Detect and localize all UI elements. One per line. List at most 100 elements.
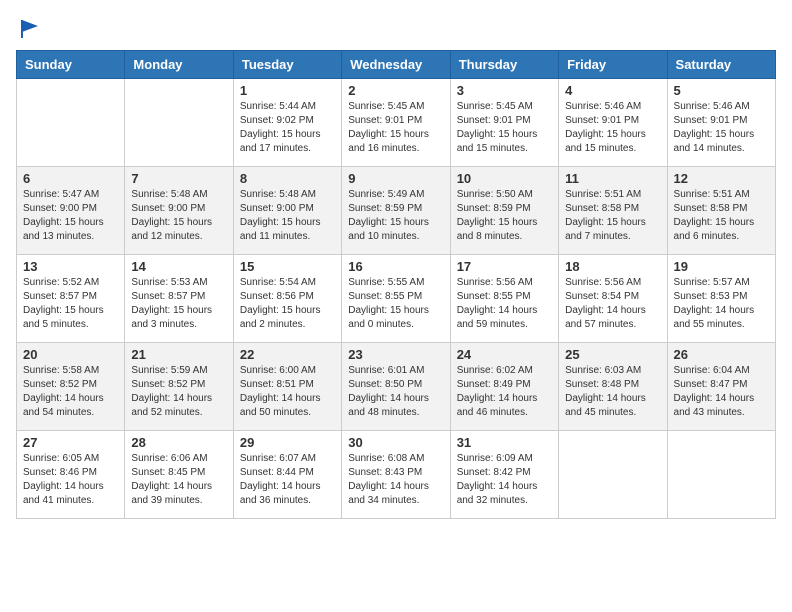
calendar-cell: 23 Sunrise: 6:01 AM Sunset: 8:50 PM Dayli… [342, 343, 450, 431]
calendar-week-5: 27 Sunrise: 6:05 AM Sunset: 8:46 PM Dayli… [17, 431, 776, 519]
calendar-cell: 28 Sunrise: 6:06 AM Sunset: 8:45 PM Dayli… [125, 431, 233, 519]
day-number: 7 [131, 171, 226, 186]
day-number: 11 [565, 171, 660, 186]
logo [16, 16, 42, 40]
day-number: 4 [565, 83, 660, 98]
calendar-cell: 14 Sunrise: 5:53 AM Sunset: 8:57 PM Dayli… [125, 255, 233, 343]
day-info: Sunrise: 5:46 AM Sunset: 9:01 PM Dayligh… [565, 100, 660, 156]
column-header-monday: Monday [125, 51, 233, 79]
calendar-cell: 29 Sunrise: 6:07 AM Sunset: 8:44 PM Dayli… [233, 431, 341, 519]
calendar-cell: 24 Sunrise: 6:02 AM Sunset: 8:49 PM Dayli… [450, 343, 558, 431]
calendar-cell: 10Sunrise: 5:50 AM Sunset: 8:59 PM Dayli… [450, 167, 558, 255]
day-number: 16 [348, 259, 443, 274]
day-info: Sunrise: 5:50 AM Sunset: 8:59 PM Dayligh… [457, 188, 552, 244]
day-info: Sunrise: 5:46 AM Sunset: 9:01 PM Dayligh… [674, 100, 769, 156]
calendar-cell: 13 Sunrise: 5:52 AM Sunset: 8:57 PM Dayli… [17, 255, 125, 343]
calendar-cell [667, 431, 775, 519]
day-info: Sunrise: 5:51 AM Sunset: 8:58 PM Dayligh… [674, 188, 769, 244]
calendar-cell: 18 Sunrise: 5:56 AM Sunset: 8:54 PM Dayli… [559, 255, 667, 343]
day-info: Sunrise: 6:00 AM Sunset: 8:51 PM Dayligh… [240, 364, 335, 420]
day-info: Sunrise: 6:08 AM Sunset: 8:43 PM Dayligh… [348, 452, 443, 508]
day-info: Sunrise: 5:48 AM Sunset: 9:00 PM Dayligh… [240, 188, 335, 244]
day-info: Sunrise: 5:45 AM Sunset: 9:01 PM Dayligh… [348, 100, 443, 156]
day-number: 5 [674, 83, 769, 98]
calendar-week-2: 6Sunrise: 5:47 AM Sunset: 9:00 PM Daylig… [17, 167, 776, 255]
calendar-cell: 20 Sunrise: 5:58 AM Sunset: 8:52 PM Dayli… [17, 343, 125, 431]
day-number: 29 [240, 435, 335, 450]
day-number: 17 [457, 259, 552, 274]
day-number: 15 [240, 259, 335, 274]
day-number: 1 [240, 83, 335, 98]
day-info: Sunrise: 5:53 AM Sunset: 8:57 PM Dayligh… [131, 276, 226, 332]
calendar-cell: 8 Sunrise: 5:48 AM Sunset: 9:00 PM Daylig… [233, 167, 341, 255]
calendar-cell [125, 79, 233, 167]
day-info: Sunrise: 6:07 AM Sunset: 8:44 PM Dayligh… [240, 452, 335, 508]
day-info: Sunrise: 6:09 AM Sunset: 8:42 PM Dayligh… [457, 452, 552, 508]
calendar-cell: 9 Sunrise: 5:49 AM Sunset: 8:59 PM Daylig… [342, 167, 450, 255]
calendar-cell: 17 Sunrise: 5:56 AM Sunset: 8:55 PM Dayli… [450, 255, 558, 343]
calendar-cell: 30 Sunrise: 6:08 AM Sunset: 8:43 PM Dayli… [342, 431, 450, 519]
day-info: Sunrise: 5:47 AM Sunset: 9:00 PM Dayligh… [23, 188, 118, 244]
day-info: Sunrise: 5:57 AM Sunset: 8:53 PM Dayligh… [674, 276, 769, 332]
day-number: 3 [457, 83, 552, 98]
calendar-week-4: 20 Sunrise: 5:58 AM Sunset: 8:52 PM Dayli… [17, 343, 776, 431]
calendar-cell: 26 Sunrise: 6:04 AM Sunset: 8:47 PM Dayli… [667, 343, 775, 431]
calendar-cell: 19Sunrise: 5:57 AM Sunset: 8:53 PM Dayli… [667, 255, 775, 343]
day-number: 28 [131, 435, 226, 450]
calendar-cell [17, 79, 125, 167]
day-info: Sunrise: 5:56 AM Sunset: 8:55 PM Dayligh… [457, 276, 552, 332]
day-info: Sunrise: 6:03 AM Sunset: 8:48 PM Dayligh… [565, 364, 660, 420]
calendar-cell: 31 Sunrise: 6:09 AM Sunset: 8:42 PM Dayli… [450, 431, 558, 519]
day-number: 27 [23, 435, 118, 450]
calendar-week-3: 13 Sunrise: 5:52 AM Sunset: 8:57 PM Dayli… [17, 255, 776, 343]
page-header [16, 16, 776, 40]
calendar-header-row: SundayMondayTuesdayWednesdayThursdayFrid… [17, 51, 776, 79]
column-header-wednesday: Wednesday [342, 51, 450, 79]
day-info: Sunrise: 5:56 AM Sunset: 8:54 PM Dayligh… [565, 276, 660, 332]
day-number: 24 [457, 347, 552, 362]
day-number: 12 [674, 171, 769, 186]
calendar-cell [559, 431, 667, 519]
calendar-cell: 25 Sunrise: 6:03 AM Sunset: 8:48 PM Dayli… [559, 343, 667, 431]
day-number: 18 [565, 259, 660, 274]
calendar-cell: 2Sunrise: 5:45 AM Sunset: 9:01 PM Daylig… [342, 79, 450, 167]
calendar-cell: 21 Sunrise: 5:59 AM Sunset: 8:52 PM Dayli… [125, 343, 233, 431]
day-info: Sunrise: 6:04 AM Sunset: 8:47 PM Dayligh… [674, 364, 769, 420]
day-number: 21 [131, 347, 226, 362]
column-header-thursday: Thursday [450, 51, 558, 79]
day-number: 31 [457, 435, 552, 450]
day-info: Sunrise: 5:49 AM Sunset: 8:59 PM Dayligh… [348, 188, 443, 244]
column-header-tuesday: Tuesday [233, 51, 341, 79]
day-info: Sunrise: 5:51 AM Sunset: 8:58 PM Dayligh… [565, 188, 660, 244]
calendar-cell: 5 Sunrise: 5:46 AM Sunset: 9:01 PM Daylig… [667, 79, 775, 167]
day-number: 25 [565, 347, 660, 362]
calendar-table: SundayMondayTuesdayWednesdayThursdayFrid… [16, 50, 776, 519]
day-number: 26 [674, 347, 769, 362]
day-number: 20 [23, 347, 118, 362]
day-info: Sunrise: 5:59 AM Sunset: 8:52 PM Dayligh… [131, 364, 226, 420]
day-number: 9 [348, 171, 443, 186]
day-info: Sunrise: 5:55 AM Sunset: 8:55 PM Dayligh… [348, 276, 443, 332]
day-info: Sunrise: 6:02 AM Sunset: 8:49 PM Dayligh… [457, 364, 552, 420]
calendar-cell: 7 Sunrise: 5:48 AM Sunset: 9:00 PM Daylig… [125, 167, 233, 255]
day-info: Sunrise: 5:48 AM Sunset: 9:00 PM Dayligh… [131, 188, 226, 244]
calendar-cell: 11 Sunrise: 5:51 AM Sunset: 8:58 PM Dayli… [559, 167, 667, 255]
day-number: 14 [131, 259, 226, 274]
calendar-cell: 1 Sunrise: 5:44 AM Sunset: 9:02 PM Daylig… [233, 79, 341, 167]
day-info: Sunrise: 5:44 AM Sunset: 9:02 PM Dayligh… [240, 100, 335, 156]
day-info: Sunrise: 5:54 AM Sunset: 8:56 PM Dayligh… [240, 276, 335, 332]
day-info: Sunrise: 5:58 AM Sunset: 8:52 PM Dayligh… [23, 364, 118, 420]
calendar-cell: 22Sunrise: 6:00 AM Sunset: 8:51 PM Dayli… [233, 343, 341, 431]
day-info: Sunrise: 6:01 AM Sunset: 8:50 PM Dayligh… [348, 364, 443, 420]
calendar-cell: 27 Sunrise: 6:05 AM Sunset: 8:46 PM Dayli… [17, 431, 125, 519]
calendar-cell: 15 Sunrise: 5:54 AM Sunset: 8:56 PM Dayli… [233, 255, 341, 343]
day-number: 13 [23, 259, 118, 274]
day-number: 30 [348, 435, 443, 450]
day-info: Sunrise: 6:06 AM Sunset: 8:45 PM Dayligh… [131, 452, 226, 508]
calendar-week-1: 1 Sunrise: 5:44 AM Sunset: 9:02 PM Daylig… [17, 79, 776, 167]
day-number: 8 [240, 171, 335, 186]
calendar-cell: 3Sunrise: 5:45 AM Sunset: 9:01 PM Daylig… [450, 79, 558, 167]
day-number: 23 [348, 347, 443, 362]
day-info: Sunrise: 5:52 AM Sunset: 8:57 PM Dayligh… [23, 276, 118, 332]
day-info: Sunrise: 6:05 AM Sunset: 8:46 PM Dayligh… [23, 452, 118, 508]
